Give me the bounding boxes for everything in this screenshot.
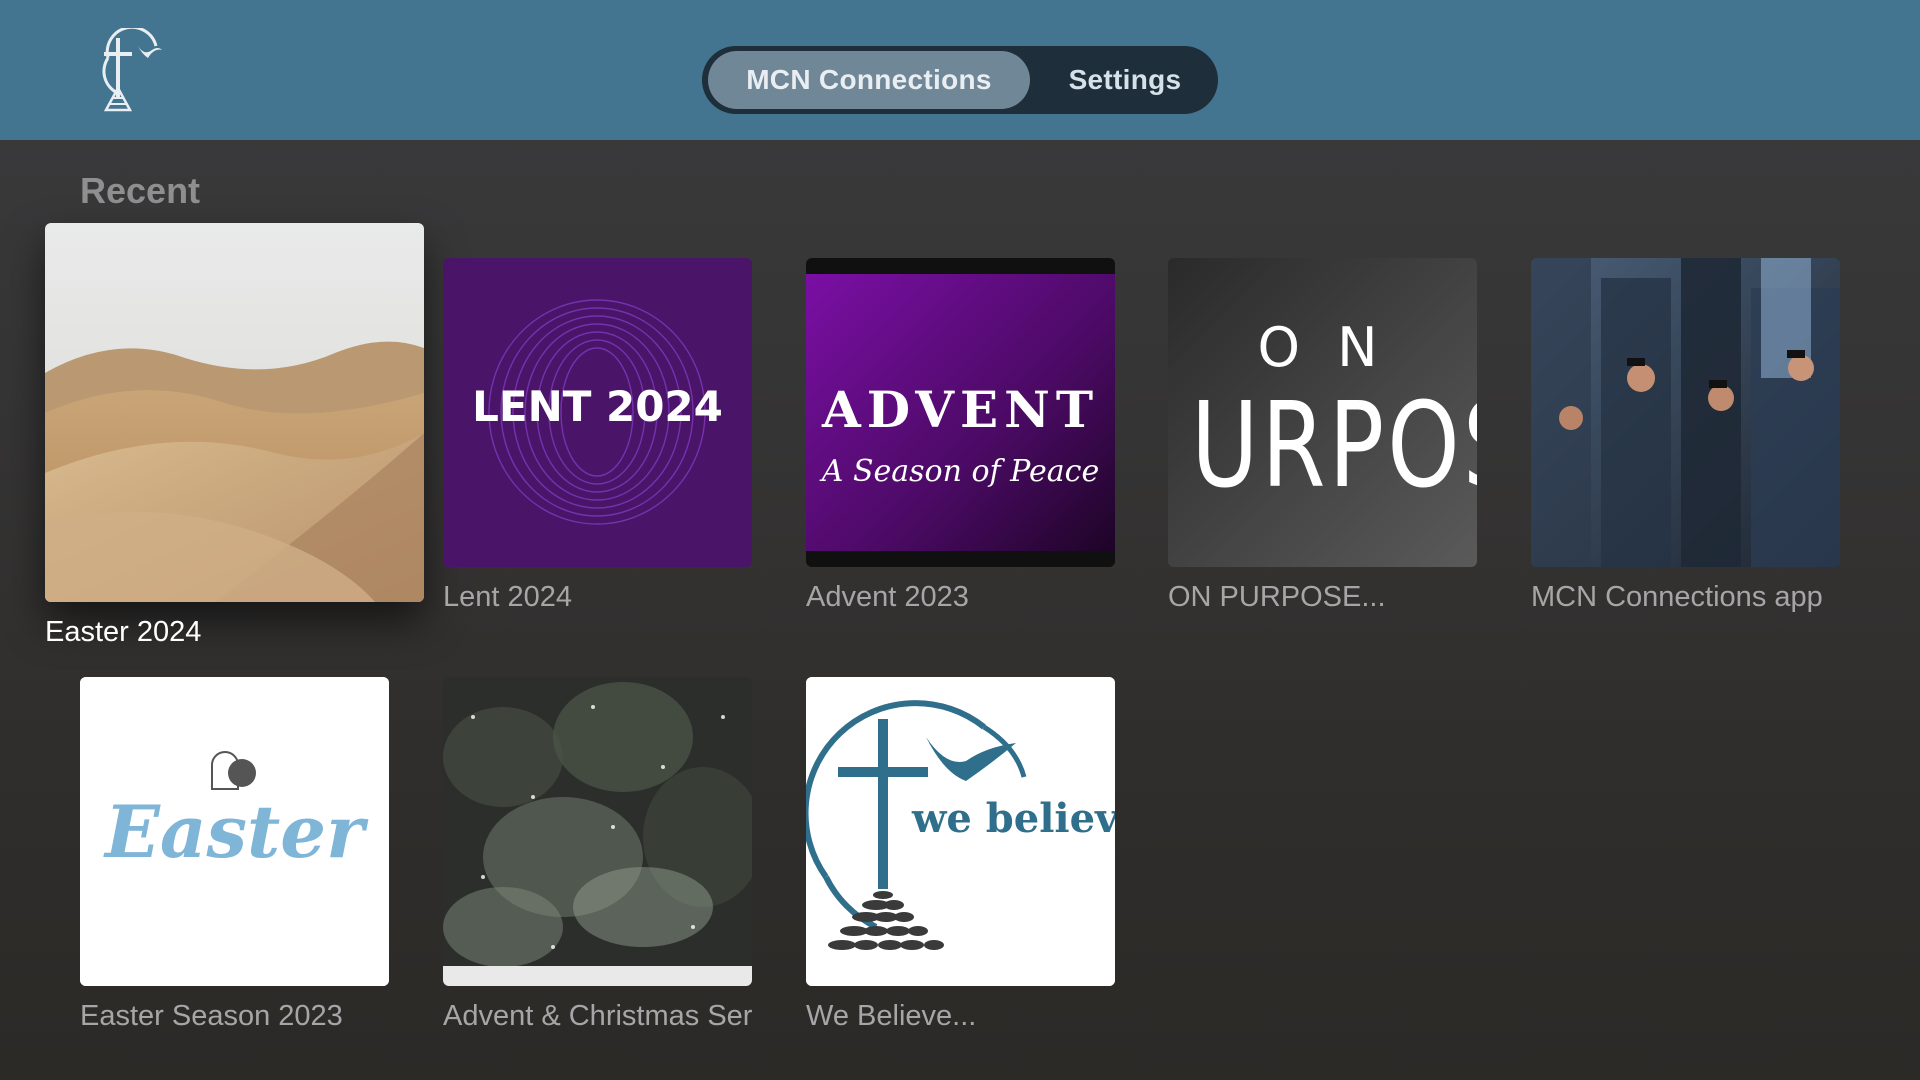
tile-title: Lent 2024 [443,581,573,613]
tile-art-text: we believe [912,795,1115,842]
tile-easter-season-2023[interactable]: Easter Easter Season 2023 [80,677,389,1037]
cross-dove-logo-icon [86,25,166,112]
tab-mcn-connections[interactable]: MCN Connections [708,51,1030,109]
section-title-recent: Recent [80,170,201,211]
tile-artwork-lent: LENT 2024 [443,258,752,567]
tile-artwork-on-purpose: O N URPOS [1168,258,1477,567]
tile-easter-2024[interactable]: Easter 2024 [45,223,424,663]
tile-title: MCN Connections app [1531,581,1823,613]
tile-advent-2023[interactable]: ADVENT A Season of Peace Advent 2023 [806,258,1115,618]
tile-artwork-people-phones [1531,258,1840,567]
tile-artwork-easter: Easter [80,677,389,986]
tile-mcn-connections-app[interactable]: MCN Connections app [1531,258,1840,618]
tile-art-subtext: A Season of Peace [821,454,1100,489]
tile-artwork-desert [45,223,424,602]
tile-artwork-we-believe: we believe [806,677,1115,986]
tile-artwork-advent: ADVENT A Season of Peace [806,258,1115,567]
tile-title: Easter 2024 [45,616,202,648]
tile-advent-christmas-series[interactable]: Advent & Christmas Series [443,677,752,1037]
tile-on-purpose[interactable]: O N URPOS ON PURPOSE... [1168,258,1477,618]
tile-title: Easter Season 2023 [80,1000,343,1032]
tab-switcher: MCN Connections Settings [702,46,1218,114]
tile-art-text-top: O N [1257,316,1388,379]
tile-art-text: URPOS [1191,376,1477,514]
tile-title: Advent & Christmas Series [443,1000,752,1032]
tile-title: ON PURPOSE... [1168,581,1386,613]
tile-lent-2024[interactable]: LENT 2024 Lent 2024 [443,258,752,618]
tab-settings[interactable]: Settings [1046,51,1204,109]
tile-art-text: LENT 2024 [472,382,723,431]
tile-title: We Believe... [806,1000,977,1032]
tile-art-text: Easter [104,789,365,874]
tile-artwork-snowy-trees [443,677,752,986]
top-bar: MCN Connections Settings [0,0,1920,140]
tile-art-text: ADVENT [821,380,1100,439]
tile-title: Advent 2023 [806,581,969,613]
tile-we-believe[interactable]: we believe We Believe... [806,677,1115,1037]
